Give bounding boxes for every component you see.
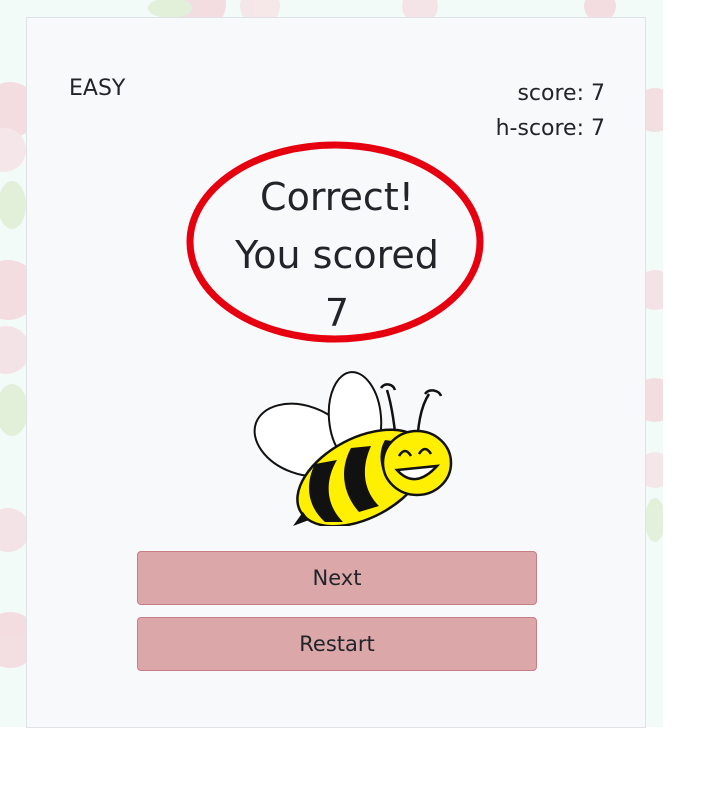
current-score: score: 7 <box>517 81 605 106</box>
next-button[interactable]: Next <box>137 551 537 605</box>
score-panel: score: 7 h-score: 7 <box>496 76 605 146</box>
high-score: h-score: 7 <box>495 116 605 141</box>
restart-button[interactable]: Restart <box>137 617 537 671</box>
result-line-points: 7 <box>324 291 350 335</box>
game-card: EASY score: 7 h-score: 7 Correct! You sc… <box>26 17 646 728</box>
result-line-correct: Correct! <box>260 175 414 219</box>
game-page: EASY score: 7 h-score: 7 Correct! You sc… <box>0 0 712 798</box>
result-line-scored: You scored <box>235 233 439 277</box>
bee-icon <box>253 371 453 526</box>
difficulty-label: EASY <box>69 76 126 101</box>
result-message: Correct! You scored 7 <box>27 168 647 342</box>
